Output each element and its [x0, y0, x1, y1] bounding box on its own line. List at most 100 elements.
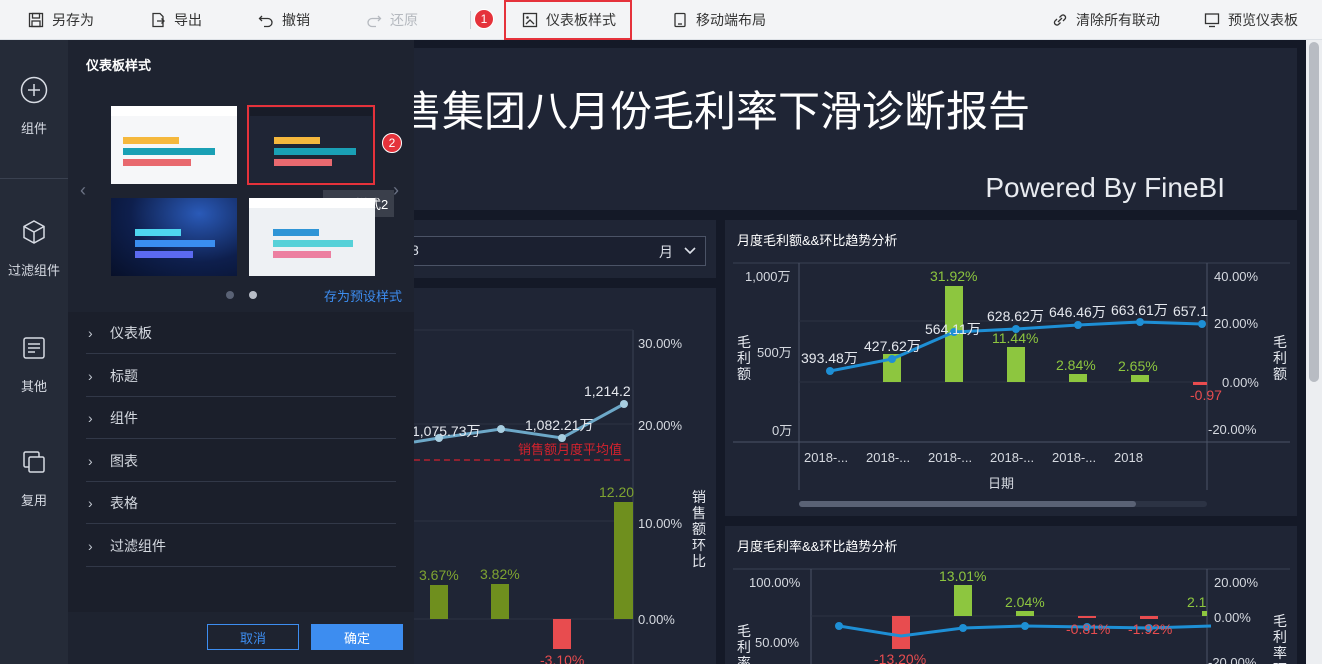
axis-label-char: 毛: [737, 623, 751, 639]
gross-profit-chart-widget[interactable]: 月度毛利额&&环比趋势分析 1,000万 500万 0万 40.00% 20.0…: [725, 220, 1297, 516]
dashboard-style-label: 仪表板样式: [546, 12, 616, 28]
gm-left-axis-label: 毛利率: [737, 623, 751, 664]
gp-bar[interactable]: [1007, 347, 1025, 382]
section-component[interactable]: › 组件: [86, 397, 396, 439]
save-as-button[interactable]: 另存为: [28, 0, 94, 40]
axis-label-char: 利: [737, 350, 751, 366]
section-label: 仪表板: [110, 324, 152, 341]
axis-label-char: 利: [1273, 629, 1287, 645]
gp-bar[interactable]: [1069, 374, 1087, 382]
gp-line-point[interactable]: [1074, 321, 1082, 329]
sales-line-point[interactable]: [558, 434, 566, 442]
cancel-button[interactable]: 取消: [207, 624, 299, 650]
month-filter-unit: 月: [659, 244, 673, 260]
gross-margin-chart-widget[interactable]: 月度毛利率&&环比趋势分析 100.00% 50.00% 20.00% 0.00…: [725, 526, 1297, 664]
save-preset-link[interactable]: 存为预设样式: [324, 286, 402, 305]
chevron-right-icon: ›: [88, 452, 93, 469]
redo-label: 还原: [390, 12, 418, 28]
gm-line-point[interactable]: [959, 624, 967, 632]
sales-line-point[interactable]: [620, 400, 628, 408]
chevron-right-icon: ›: [88, 324, 93, 341]
sales-bar[interactable]: [553, 619, 571, 649]
gp-bar-label: -0.97: [1190, 387, 1222, 403]
axis-label-char: 利: [1273, 350, 1287, 366]
gm-bar[interactable]: [892, 616, 910, 649]
undo-button[interactable]: 撤销: [258, 0, 310, 40]
axis-label-char: 毛: [1273, 613, 1287, 629]
gm-right-axis-label: 毛利率环: [1273, 613, 1287, 664]
gm-bar-label: -1.92%: [1128, 621, 1172, 637]
export-button[interactable]: 导出: [150, 0, 202, 40]
gp-bar[interactable]: [1193, 382, 1207, 385]
gm-right-tick: 20.00%: [1214, 575, 1259, 590]
style-section-list: › 仪表板 › 标题 › 组件 › 图表 › 表格 › 过滤组件: [68, 312, 414, 612]
mobile-layout-button[interactable]: 移动端布局: [672, 0, 766, 40]
gp-bar[interactable]: [1131, 375, 1149, 382]
gm-left-tick: 50.00%: [755, 635, 800, 650]
gp-h-scrollbar-thumb[interactable]: [799, 501, 1136, 507]
preset-thumb-bar: [273, 251, 331, 258]
redo-button[interactable]: 还原: [366, 0, 418, 40]
gross-margin-chart: 100.00% 50.00% 20.00% 0.00% -20.00% 毛利率 …: [733, 568, 1290, 664]
sales-line-point[interactable]: [497, 425, 505, 433]
add-circle-icon: [20, 76, 48, 104]
preset-thumb-header: [111, 106, 237, 116]
sales-bar[interactable]: [430, 585, 448, 619]
cube-icon: [23, 220, 45, 244]
gm-bar[interactable]: [1202, 611, 1207, 616]
confirm-button[interactable]: 确定: [311, 624, 403, 650]
preset-thumb-3[interactable]: [111, 198, 237, 276]
gp-line-point[interactable]: [826, 367, 834, 375]
title-widget[interactable]: 售集团八月份毛利率下滑诊断报告 Powered By FineBI: [414, 48, 1297, 210]
section-chart[interactable]: › 图表: [86, 440, 396, 482]
gp-x-tick: 2018-...: [866, 450, 910, 465]
preset-thumb-4[interactable]: [249, 198, 375, 276]
gm-line-point[interactable]: [835, 622, 843, 630]
preset-thumb-bar: [135, 251, 193, 258]
section-dashboard[interactable]: › 仪表板: [86, 312, 396, 354]
section-table[interactable]: › 表格: [86, 482, 396, 524]
section-filter-component[interactable]: › 过滤组件: [86, 525, 396, 567]
export-label: 导出: [174, 12, 202, 28]
rail-item-filter[interactable]: 过滤组件: [0, 218, 68, 279]
gp-right-tick: 20.00%: [1214, 316, 1259, 331]
gm-right-tick: 0.00%: [1214, 610, 1251, 625]
gm-bar-label: -13.20%: [874, 651, 926, 664]
preset-thumb-bar: [273, 240, 353, 247]
gm-bar[interactable]: [954, 585, 972, 616]
rail-item-component[interactable]: 组件: [0, 76, 68, 137]
preset-thumb-bar: [273, 229, 319, 236]
gm-bar[interactable]: [1140, 616, 1158, 619]
sales-line-label: 1,075.73万: [414, 423, 481, 439]
note-icon: [23, 337, 45, 359]
vertical-scrollbar[interactable]: [1306, 40, 1322, 664]
gp-line-point[interactable]: [888, 355, 896, 363]
month-filter-select[interactable]: 8 月: [414, 236, 706, 266]
section-label: 组件: [110, 409, 138, 426]
gm-bar[interactable]: [1078, 616, 1096, 618]
preset-thumb-1[interactable]: [111, 106, 237, 184]
sales-chart-widget[interactable]: 30.00% 20.00% 10.00% 0.00% 销售额环比 销售额月度平均…: [414, 288, 716, 664]
rail-item-reuse[interactable]: 复用: [0, 448, 68, 509]
gp-line-point[interactable]: [1198, 320, 1206, 328]
rail-label-filter: 过滤组件: [7, 263, 60, 278]
gm-line-point[interactable]: [1021, 622, 1029, 630]
section-title[interactable]: › 标题: [86, 355, 396, 397]
preset-thumb-bar: [135, 229, 181, 236]
rail-item-other[interactable]: 其他: [0, 334, 68, 395]
undo-icon: [258, 15, 273, 28]
sales-chart: 30.00% 20.00% 10.00% 0.00% 销售额环比 销售额月度平均…: [414, 329, 706, 664]
preview-button[interactable]: 预览仪表板: [1204, 0, 1298, 40]
sales-line-label: 1,214.2: [584, 383, 631, 399]
gm-bar[interactable]: [1016, 611, 1034, 616]
clear-links-button[interactable]: 清除所有联动: [1052, 0, 1160, 40]
page-dot-1[interactable]: [226, 291, 234, 299]
dashboard-style-button[interactable]: 仪表板样式: [522, 0, 616, 40]
sales-bar[interactable]: [614, 502, 633, 619]
sales-bar[interactable]: [491, 584, 509, 619]
vertical-scrollbar-thumb[interactable]: [1309, 42, 1319, 382]
page-dot-2[interactable]: [249, 291, 257, 299]
chevron-right-icon: ›: [88, 367, 93, 384]
prev-arrow-icon[interactable]: ‹: [80, 180, 86, 201]
gp-line-point[interactable]: [1136, 318, 1144, 326]
